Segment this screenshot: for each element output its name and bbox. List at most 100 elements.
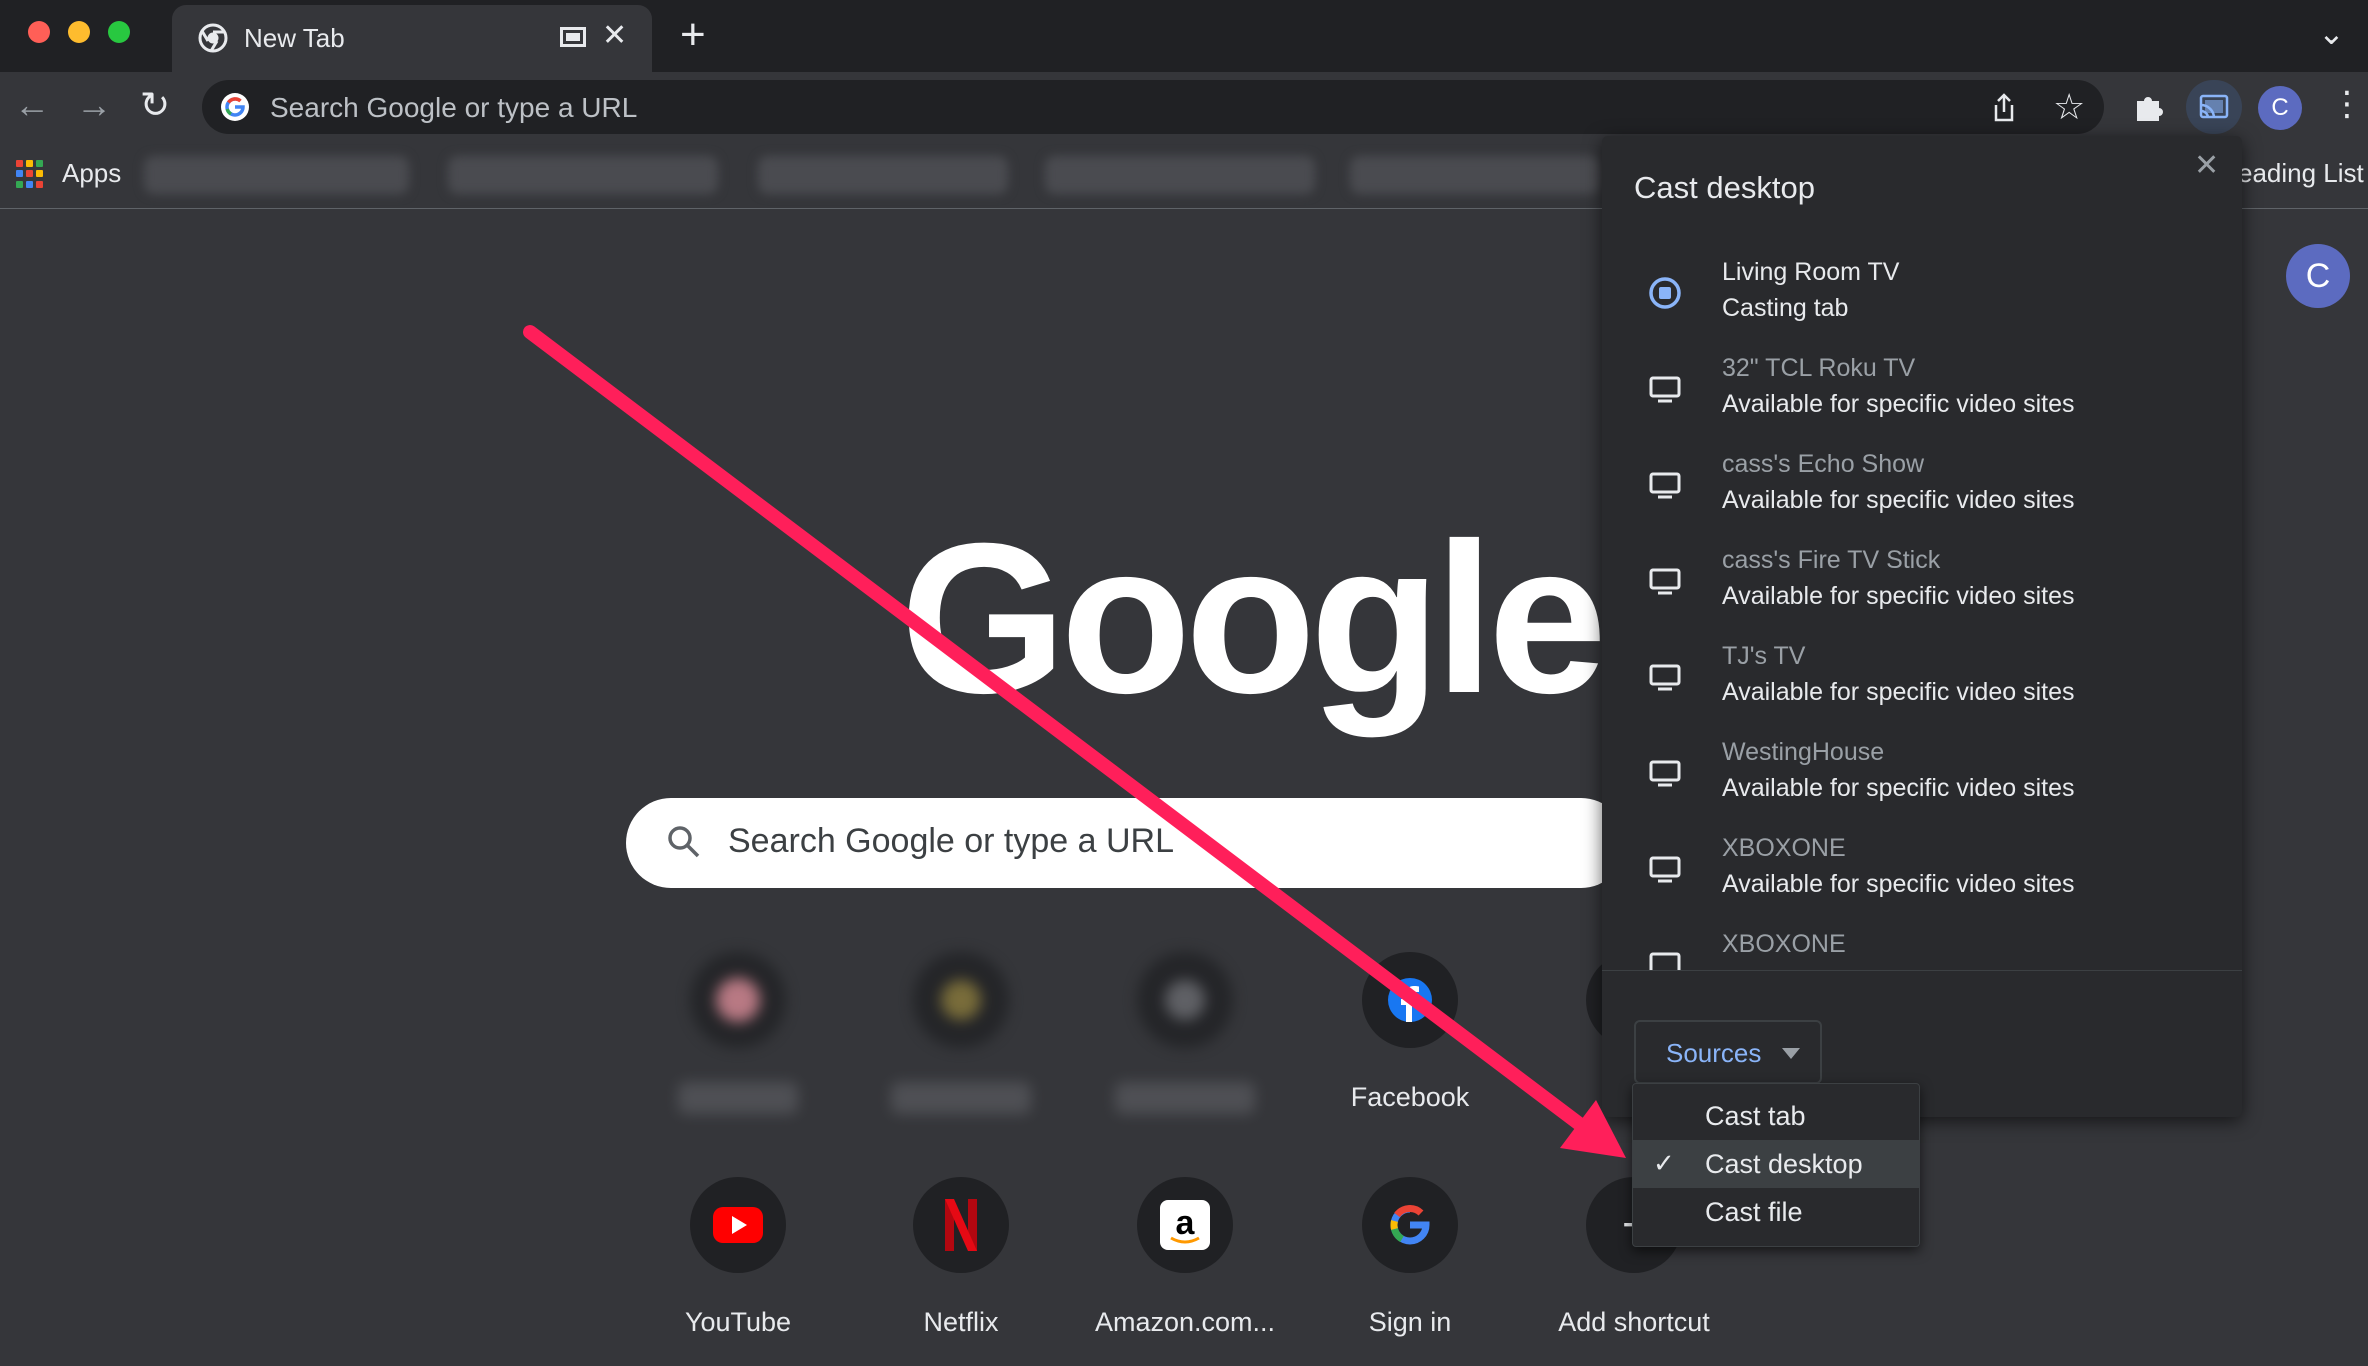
- menu-item-label: Cast tab: [1705, 1101, 1806, 1131]
- window-close-button[interactable]: [28, 21, 50, 43]
- forward-button[interactable]: →: [76, 84, 112, 126]
- cast-device-item[interactable]: cass's Echo Show Available for specific …: [1602, 438, 2242, 534]
- cast-device-status: Available for specific video sites: [1722, 678, 2075, 706]
- cast-device-status: Available for specific video sites: [1722, 870, 2075, 898]
- youtube-icon: [713, 1207, 763, 1243]
- sources-menu: Cast tab ✓ Cast desktop Cast file: [1632, 1083, 1920, 1247]
- ntp-profile-avatar[interactable]: C: [2286, 244, 2350, 308]
- menu-item-cast-tab[interactable]: Cast tab: [1633, 1092, 1919, 1140]
- casting-active-icon: [1649, 277, 1681, 309]
- cast-device-list: Living Room TV Casting tab 32" TCL Roku …: [1602, 246, 2242, 970]
- new-tab-button[interactable]: +: [680, 10, 706, 60]
- apps-bookmark[interactable]: Apps: [62, 158, 121, 189]
- shortcut-sign-in[interactable]: Sign in: [1310, 1177, 1510, 1338]
- tab-search-button[interactable]: ⌄: [2318, 14, 2345, 52]
- shortcut-amazon[interactable]: a Amazon.com...: [1085, 1177, 1285, 1338]
- shortcut-tile-blurred[interactable]: [1085, 952, 1285, 1114]
- bookmark-item-blurred[interactable]: [144, 156, 409, 194]
- cast-device-status: Casting tab: [1722, 294, 1849, 322]
- google-g-icon: [221, 93, 249, 121]
- cast-device-name: XBOXONE: [1722, 834, 1846, 862]
- window-minimize-button[interactable]: [68, 21, 90, 43]
- divider: [1602, 970, 2242, 971]
- cast-device-status: Available for specific video sites: [1722, 486, 2075, 514]
- bookmark-star-icon[interactable]: ☆: [2053, 86, 2085, 128]
- profile-avatar-button[interactable]: C: [2258, 86, 2302, 130]
- bookmark-item-blurred[interactable]: [448, 156, 718, 194]
- shortcut-label: Amazon.com...: [1094, 1307, 1276, 1337]
- cast-device-name: cass's Fire TV Stick: [1722, 546, 1941, 574]
- shortcut-label: Facebook: [1350, 1082, 1470, 1112]
- cast-device-name: cass's Echo Show: [1722, 450, 1925, 478]
- apps-grid-icon[interactable]: [16, 160, 44, 188]
- menu-item-label: Cast file: [1705, 1197, 1803, 1227]
- sources-dropdown-button[interactable]: Sources: [1634, 1020, 1822, 1084]
- share-icon[interactable]: [1987, 91, 2021, 125]
- cast-icon: [2199, 94, 2229, 119]
- tv-icon: [1649, 568, 1681, 595]
- ntp-search-box[interactable]: Search Google or type a URL: [626, 798, 1626, 888]
- tv-icon: [1649, 856, 1681, 883]
- shortcut-youtube[interactable]: YouTube: [638, 1177, 838, 1338]
- tab-new-tab[interactable]: New Tab ✕: [172, 5, 652, 72]
- cast-device-item[interactable]: XBOXONE Available for specific video sit…: [1602, 822, 2242, 918]
- cast-device-item[interactable]: 32" TCL Roku TV Available for specific v…: [1602, 342, 2242, 438]
- shortcut-tile-blurred[interactable]: [861, 952, 1061, 1114]
- tv-icon: [1649, 472, 1681, 499]
- search-icon: [668, 826, 700, 858]
- cast-dialog-title: Cast desktop: [1634, 170, 1815, 205]
- omnibox[interactable]: Search Google or type a URL ☆: [202, 80, 2104, 134]
- facebook-icon: [1388, 978, 1432, 1022]
- toolbar: ← → ↻ Search Google or type a URL ☆ C ⋮: [0, 72, 2368, 142]
- tv-icon: [1649, 952, 1681, 970]
- cast-device-name: TJ's TV: [1722, 642, 1806, 670]
- cast-button[interactable]: [2186, 80, 2242, 134]
- shortcut-label: YouTube: [684, 1307, 792, 1337]
- chrome-menu-button[interactable]: ⋮: [2330, 84, 2364, 124]
- reload-button[interactable]: ↻: [140, 84, 170, 126]
- tv-icon: [1649, 760, 1681, 787]
- menu-item-cast-desktop[interactable]: ✓ Cast desktop: [1633, 1140, 1919, 1188]
- cast-device-name: 32" TCL Roku TV: [1722, 354, 1916, 382]
- shortcut-label: [891, 1082, 1031, 1114]
- bookmark-item-blurred[interactable]: [1350, 156, 1600, 194]
- shortcut-label: Sign in: [1368, 1307, 1452, 1337]
- shortcut-label: [1115, 1082, 1255, 1114]
- sources-label: Sources: [1666, 1038, 1762, 1068]
- menu-item-cast-file[interactable]: Cast file: [1633, 1188, 1919, 1236]
- cast-device-item[interactable]: WestingHouse Available for specific vide…: [1602, 726, 2242, 822]
- cast-device-item[interactable]: Living Room TV Casting tab: [1602, 246, 2242, 342]
- netflix-icon: [945, 1199, 977, 1251]
- reading-list-button[interactable]: eading List: [2238, 158, 2364, 189]
- checkmark-icon: ✓: [1653, 1148, 1675, 1178]
- svg-text:a: a: [1176, 1204, 1196, 1242]
- cast-device-status: Available for specific video sites: [1722, 390, 2075, 418]
- window-maximize-button[interactable]: [108, 21, 130, 43]
- cast-device-item[interactable]: cass's Fire TV Stick Available for speci…: [1602, 534, 2242, 630]
- cast-device-status: Available for specific video sites: [1722, 582, 2075, 610]
- ntp-search-input[interactable]: Search Google or type a URL: [728, 822, 1174, 861]
- extensions-puzzle-icon[interactable]: [2131, 89, 2167, 125]
- shortcut-label: Add shortcut: [1558, 1307, 1710, 1337]
- bookmark-item-blurred[interactable]: [1045, 156, 1315, 194]
- shortcut-facebook[interactable]: Facebook: [1310, 952, 1510, 1113]
- cast-device-item[interactable]: XBOXONE: [1602, 918, 2242, 970]
- shortcut-netflix[interactable]: Netflix: [861, 1177, 1061, 1338]
- shortcut-label: Netflix: [923, 1307, 999, 1337]
- cast-device-name: XBOXONE: [1722, 930, 1846, 958]
- cast-device-item[interactable]: TJ's TV Available for specific video sit…: [1602, 630, 2242, 726]
- cast-device-name: WestingHouse: [1722, 738, 1885, 766]
- menu-item-label: Cast desktop: [1705, 1149, 1863, 1179]
- omnibox-input[interactable]: Search Google or type a URL: [270, 92, 637, 124]
- tv-icon: [1649, 664, 1681, 691]
- shortcut-tile-blurred[interactable]: [638, 952, 838, 1114]
- bookmark-item-blurred[interactable]: [758, 156, 1008, 194]
- tab-title: New Tab: [244, 23, 345, 53]
- tv-icon: [1649, 376, 1681, 403]
- chrome-icon: [198, 23, 228, 53]
- amazon-icon: a: [1160, 1200, 1210, 1250]
- close-icon[interactable]: ✕: [2194, 148, 2219, 183]
- chevron-down-icon: [1782, 1048, 1800, 1059]
- back-button[interactable]: ←: [14, 84, 50, 126]
- tab-close-icon[interactable]: ✕: [602, 18, 627, 53]
